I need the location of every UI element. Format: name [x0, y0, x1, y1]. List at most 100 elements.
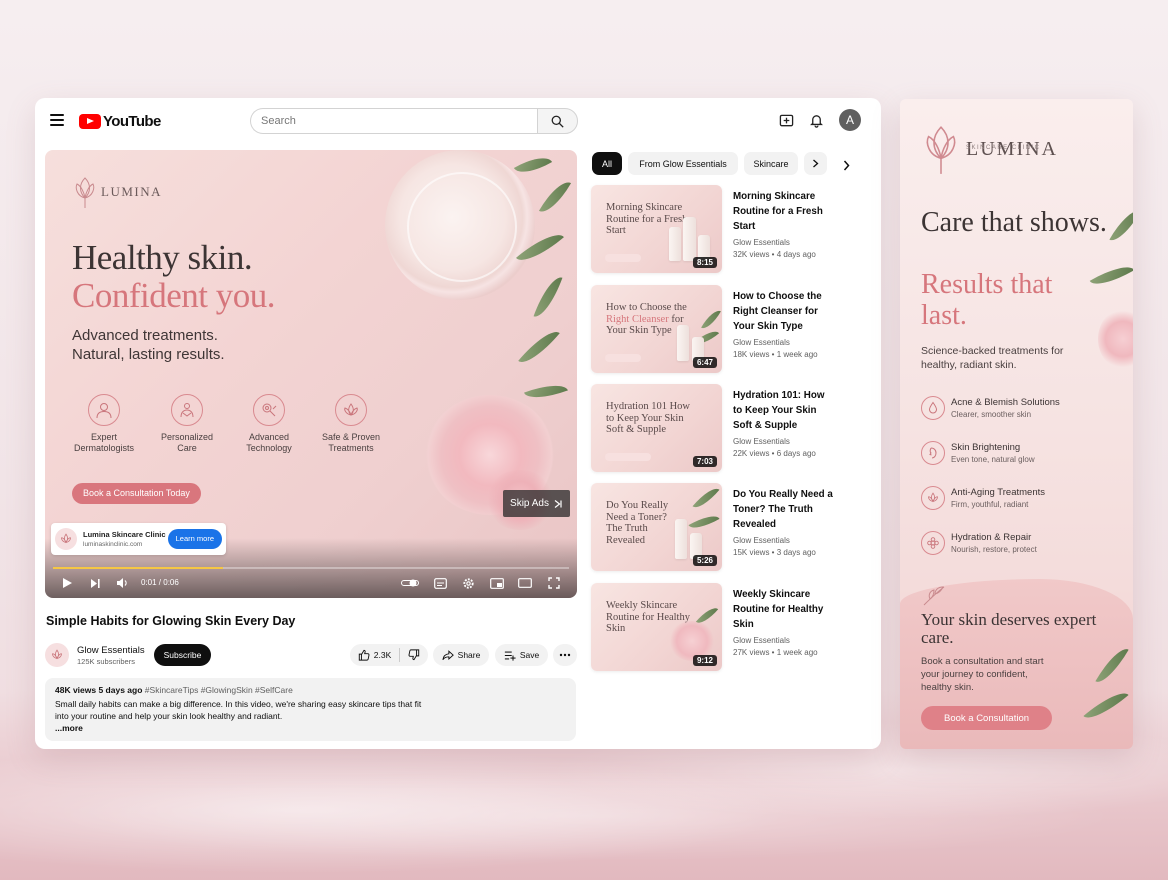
thumbnail-title: Hydration 101 How to Keep Your Skin Soft… — [606, 401, 690, 435]
save-button[interactable]: Save — [495, 644, 548, 666]
fullscreen-button[interactable] — [547, 576, 561, 590]
recommendation-title[interactable]: Morning Skincare Routine for a Fresh Sta… — [733, 189, 833, 234]
book-consultation-button[interactable]: Book a Consultation — [921, 706, 1052, 730]
recommendation-item[interactable]: Weekly Skincare Routine for Healthy Skin… — [591, 583, 861, 671]
ad-advertiser-url: luminaskinclinic.com — [83, 541, 143, 548]
leaf-image — [513, 150, 553, 181]
captions-button[interactable] — [433, 576, 447, 590]
feature-subtitle: Nourish, restore, protect — [951, 545, 1037, 554]
feature-label: Personalized — [160, 432, 214, 442]
recommendation-item[interactable]: Do You Really Need a Toner? The Truth Re… — [591, 483, 861, 571]
play-button[interactable] — [60, 576, 74, 590]
lotus-logo-icon — [52, 649, 62, 660]
gear-icon — [462, 577, 474, 589]
video-player[interactable]: LUMINA Healthy skin. Confident you. Adva… — [45, 150, 577, 598]
cream-dish-image — [385, 150, 535, 300]
feature-safe: Safe & Proven Treatments — [311, 394, 391, 454]
chip-next-button[interactable] — [804, 152, 827, 175]
hands-icon — [180, 403, 194, 418]
feature-label: Care — [177, 443, 197, 453]
notifications-button[interactable] — [807, 111, 825, 129]
dislike-button[interactable] — [408, 649, 420, 661]
recommendation-channel[interactable]: Glow Essentials — [733, 437, 833, 446]
ad-info-card[interactable]: Lumina Skincare Clinic luminaskinclinic.… — [51, 523, 226, 555]
progress-fill — [53, 567, 224, 569]
feature-subtitle: Clearer, smoother skin — [951, 410, 1032, 419]
create-button[interactable] — [777, 111, 795, 129]
time-display: 0:01 / 0:06 — [141, 578, 179, 587]
recommendation-title[interactable]: Do You Really Need a Toner? The Truth Re… — [733, 487, 833, 532]
miniplayer-button[interactable] — [490, 576, 504, 590]
more-actions-button[interactable] — [553, 644, 577, 666]
bottle-image — [677, 325, 689, 361]
video-thumbnail[interactable]: How to Choose the Right Cleanser for You… — [591, 285, 722, 373]
progress-bar[interactable] — [53, 567, 569, 569]
lotus-icon — [928, 492, 938, 503]
feature-title: Anti-Aging Treatments — [951, 487, 1045, 498]
leaf-image — [518, 324, 560, 370]
recommendation-item[interactable]: Morning Skincare Routine for a Fresh Sta… — [591, 185, 861, 273]
share-button[interactable]: Share — [433, 644, 489, 666]
theater-mode-button[interactable] — [518, 576, 532, 590]
feature-subtitle: Firm, youthful, radiant — [951, 500, 1029, 509]
next-button[interactable] — [88, 576, 102, 590]
recommendation-title[interactable]: How to Choose the Right Cleanser for You… — [733, 289, 833, 334]
chip-skincare[interactable]: Skincare — [744, 152, 798, 175]
description-box[interactable]: 48K views 5 days ago #SkincareTips #Glow… — [45, 678, 576, 741]
ad-tagline-line2: Natural, lasting results. — [72, 346, 225, 363]
banner-feature-hydration: Hydration & Repair Nourish, restore, pro… — [921, 531, 1111, 561]
video-duration: 5:26 — [692, 555, 717, 566]
more-horizontal-icon — [559, 653, 571, 657]
channel-avatar[interactable] — [45, 643, 69, 667]
feature-label: Expert — [90, 432, 117, 442]
search-input[interactable] — [250, 108, 537, 134]
video-thumbnail[interactable]: Morning Skincare Routine for a Fresh Sta… — [591, 185, 722, 273]
chips-scroll-right-button[interactable] — [843, 158, 850, 176]
video-title: Simple Habits for Glowing Skin Every Day — [46, 614, 296, 628]
volume-button[interactable] — [115, 576, 129, 590]
video-thumbnail[interactable]: Weekly Skincare Routine for Healthy Skin… — [591, 583, 722, 671]
recommendation-title[interactable]: Weekly Skincare Routine for Healthy Skin — [733, 587, 833, 632]
channel-name[interactable]: Glow Essentials — [77, 645, 145, 656]
account-avatar[interactable]: A — [839, 109, 861, 131]
banner-feature-anti-aging: Anti-Aging Treatments Firm, youthful, ra… — [921, 486, 1111, 516]
save-label: Save — [519, 650, 540, 660]
youtube-logo[interactable]: YouTube — [79, 111, 161, 131]
video-thumbnail[interactable]: Hydration 101 How to Keep Your Skin Soft… — [591, 384, 722, 472]
recommendation-meta: 18K views • 1 week ago — [733, 350, 818, 359]
menu-icon[interactable] — [50, 114, 64, 126]
banner-lumina-logo: LUMINA SKINCARE CLINIC — [922, 121, 1058, 177]
recommendation-channel[interactable]: Glow Essentials — [733, 238, 833, 247]
recommendation-item[interactable]: How to Choose the Right Cleanser for You… — [591, 285, 861, 373]
doctor-icon — [96, 403, 112, 419]
feature-title: Skin Brightening — [951, 442, 1021, 453]
recommendation-channel[interactable]: Glow Essentials — [733, 536, 833, 545]
like-button[interactable]: 2.3K — [358, 649, 391, 661]
recommendation-title[interactable]: Hydration 101: How to Keep Your Skin Sof… — [733, 388, 833, 433]
hashtags[interactable]: #SkincareTips #GlowingSkin #SelfCare — [145, 685, 293, 695]
banner-feature-brightening: Skin Brightening Even tone, natural glow — [921, 441, 1111, 471]
description-text: Small daily habits can make a big differ… — [55, 699, 422, 721]
search-button[interactable] — [537, 108, 578, 134]
lotus-icon — [344, 403, 358, 416]
skip-ads-button[interactable]: Skip Ads — [503, 490, 570, 517]
tube-image — [605, 254, 641, 262]
recommendation-channel[interactable]: Glow Essentials — [733, 338, 833, 347]
show-more-link[interactable]: ...more — [55, 723, 566, 733]
channel-row: Glow Essentials 125K subscribers Subscri… — [45, 641, 577, 669]
video-thumbnail[interactable]: Do You Really Need a Toner? The Truth Re… — [591, 483, 722, 571]
learn-more-button[interactable]: Learn more — [167, 529, 222, 549]
subscribe-button[interactable]: Subscribe — [154, 644, 211, 666]
settings-button[interactable] — [461, 576, 475, 590]
recommendation-channel[interactable]: Glow Essentials — [733, 636, 833, 645]
chip-from-glow-essentials[interactable]: From Glow Essentials — [628, 152, 738, 175]
recommendation-item[interactable]: Hydration 101 How to Keep Your Skin Soft… — [591, 384, 861, 472]
autoplay-toggle[interactable] — [401, 576, 419, 590]
recommendation-meta: 22K views • 6 days ago — [733, 449, 816, 458]
side-banner-ad[interactable]: LUMINA SKINCARE CLINIC Care that shows. … — [900, 99, 1133, 749]
chip-all[interactable]: All — [592, 152, 622, 175]
chevron-right-icon — [813, 159, 819, 168]
captions-icon — [433, 577, 447, 589]
book-consultation-today-button[interactable]: Book a Consultation Today — [72, 483, 201, 504]
bottle-image — [669, 227, 681, 261]
